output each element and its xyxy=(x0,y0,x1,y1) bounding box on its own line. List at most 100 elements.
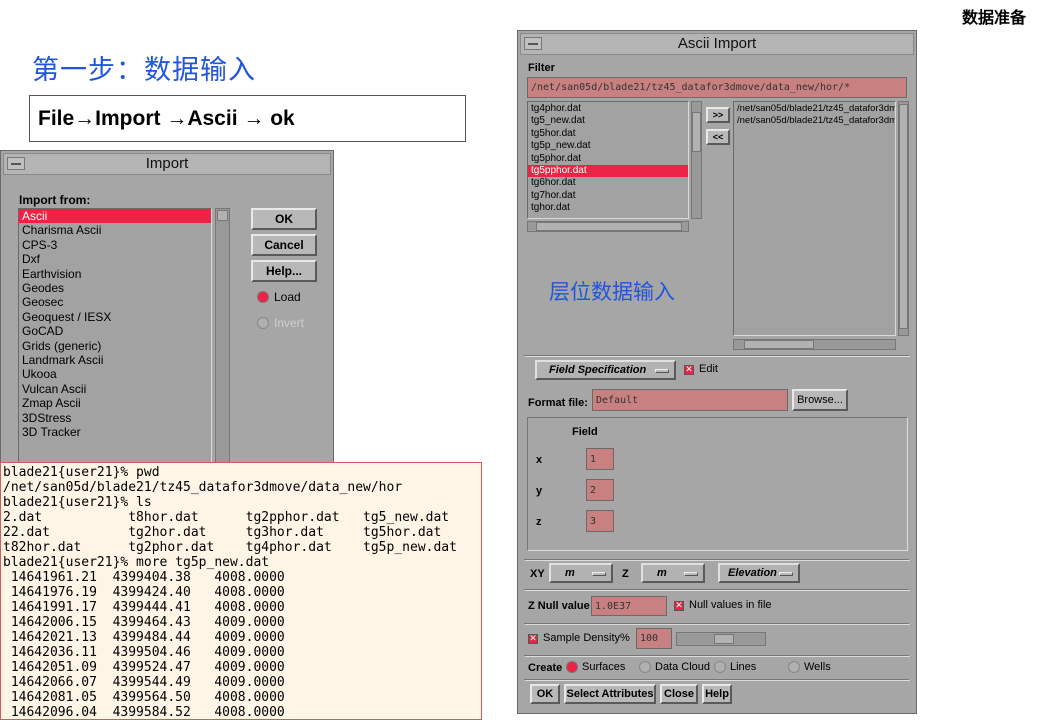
scrollbar-thumb[interactable] xyxy=(692,112,701,152)
field-specification-label: Field Specification xyxy=(549,364,647,376)
cancel-button[interactable]: Cancel xyxy=(251,234,317,256)
selected-file-item[interactable]: /net/san05d/blade21/tz45_datafor3dmove/d… xyxy=(734,115,895,127)
import-list-item[interactable]: CPS-3 xyxy=(19,238,211,252)
ascii-import-dialog: Ascii Import Filter /net/san05d/blade21/… xyxy=(517,30,917,714)
file-list[interactable]: tg4phor.dat tg5_new.dat tg5hor.dat tg5p_new… xyxy=(527,101,689,219)
close-button[interactable]: Close xyxy=(660,684,698,704)
ascii-title: Ascii Import xyxy=(677,35,757,52)
import-list-item[interactable]: Vulcan Ascii xyxy=(19,382,211,396)
import-list-item[interactable]: Grids (generic) xyxy=(19,339,211,353)
import-list-item[interactable]: Landmark Ascii xyxy=(19,353,211,367)
selected-list-vscroll[interactable] xyxy=(898,101,909,336)
file-list-item[interactable]: tg5pphor.dat xyxy=(528,165,688,178)
field-column-x-input[interactable]: 1 xyxy=(586,448,614,470)
ascii-titlebar[interactable]: Ascii Import xyxy=(520,33,914,55)
field-name-x: x xyxy=(536,454,543,466)
browse-button[interactable]: Browse... xyxy=(792,389,848,411)
import-list-item[interactable]: Geodes xyxy=(19,281,211,295)
create-label: Create xyxy=(528,662,563,674)
field-column-z-input[interactable]: 3 xyxy=(586,510,614,532)
file-list-item[interactable]: tg5_new.dat xyxy=(528,115,688,127)
file-list-vscroll[interactable] xyxy=(691,101,702,219)
field-name-y: y xyxy=(536,485,543,497)
selected-file-item[interactable]: /net/san05d/blade21/tz45_datafor3dmove/d… xyxy=(734,103,895,115)
file-list-item[interactable]: tg6hor.dat xyxy=(528,177,688,189)
select-attributes-button[interactable]: Select Attributes xyxy=(564,684,656,704)
file-list-hscroll[interactable] xyxy=(527,221,689,232)
sample-density-checkbox[interactable]: ✕ xyxy=(528,634,538,644)
z-unit-menu[interactable]: m xyxy=(641,563,705,583)
field-column-y-input[interactable]: 2 xyxy=(586,479,614,501)
path-instruction: File→Import →Ascii → ok xyxy=(29,95,466,142)
terminal-window[interactable]: blade21{user21}% pwd /net/san05d/blade21… xyxy=(0,462,482,720)
import-list-item[interactable]: GoCAD xyxy=(19,324,211,338)
slider-thumb[interactable] xyxy=(714,634,734,644)
load-label: Load xyxy=(274,290,301,304)
format-file-input[interactable]: Default xyxy=(592,389,788,411)
xy-unit-menu[interactable]: m xyxy=(549,563,613,583)
null-in-file-checkbox[interactable]: ✕ xyxy=(674,601,684,611)
invert-radio[interactable] xyxy=(257,317,269,329)
import-dialog: Import Import from: Ascii Charisma Ascii C… xyxy=(0,150,334,471)
z-label: Z xyxy=(622,568,629,580)
create-data-cloud-radio[interactable] xyxy=(639,661,651,673)
import-list-item[interactable]: Dxf xyxy=(19,252,211,266)
import-list-item[interactable]: Geoquest / IESX xyxy=(19,310,211,324)
import-list-item[interactable]: 3DStress xyxy=(19,411,211,425)
import-list-item[interactable]: Ukooa xyxy=(19,367,211,381)
edit-checkbox[interactable]: ✕ xyxy=(684,365,694,375)
create-lines-radio[interactable] xyxy=(714,661,726,673)
sample-density-slider[interactable] xyxy=(676,632,766,646)
option-menu-icon xyxy=(779,572,793,576)
sample-density-input[interactable]: 100 xyxy=(636,628,672,649)
terminal-output: blade21{user21}% pwd /net/san05d/blade21… xyxy=(3,465,457,720)
file-list-item[interactable]: tg5phor.dat xyxy=(528,153,688,165)
import-title: Import xyxy=(145,155,189,172)
scrollbar-thumb[interactable] xyxy=(536,222,682,231)
separator xyxy=(524,679,910,681)
z-null-input[interactable]: 1.0E37 xyxy=(591,596,667,616)
scrollbar-up-icon[interactable] xyxy=(217,210,228,221)
load-radio[interactable] xyxy=(257,291,269,303)
xy-unit-value: m xyxy=(565,567,575,579)
import-titlebar[interactable]: Import xyxy=(3,153,331,175)
format-file-label: Format file: xyxy=(528,397,588,409)
help-button[interactable]: Help xyxy=(702,684,732,704)
file-list-item[interactable]: tg5hor.dat xyxy=(528,128,688,140)
ok-button[interactable]: OK xyxy=(251,208,317,230)
scrollbar-thumb[interactable] xyxy=(744,340,814,349)
import-list-item[interactable]: Zmap Ascii xyxy=(19,396,211,410)
scrollbar-thumb[interactable] xyxy=(899,104,908,329)
filter-label: Filter xyxy=(528,62,555,74)
import-list-item[interactable]: Charisma Ascii xyxy=(19,223,211,237)
help-button[interactable]: Help... xyxy=(251,260,317,282)
file-list-item[interactable]: tg5p_new.dat xyxy=(528,140,688,152)
field-specification-menu[interactable]: Field Specification xyxy=(535,360,676,380)
remove-file-button[interactable]: << xyxy=(706,129,730,145)
add-file-button[interactable]: >> xyxy=(706,107,730,123)
ok-button[interactable]: OK xyxy=(530,684,560,704)
import-list-item[interactable]: Geosec xyxy=(19,295,211,309)
file-list-item[interactable]: tghor.dat xyxy=(528,202,688,214)
import-list[interactable]: Ascii Charisma Ascii CPS-3 Dxf Earthvision Ge… xyxy=(18,208,212,471)
separator xyxy=(524,623,910,625)
field-name-z: z xyxy=(536,516,542,528)
create-wells-radio[interactable] xyxy=(788,661,800,673)
file-list-item[interactable]: tg7hor.dat xyxy=(528,190,688,202)
edit-label: Edit xyxy=(699,363,718,375)
create-option-label: Data Cloud xyxy=(655,661,711,673)
invert-label: Invert xyxy=(274,316,305,330)
file-list-item[interactable]: tg4phor.dat xyxy=(528,103,688,115)
filter-input[interactable]: /net/san05d/blade21/tz45_datafor3dmove/d… xyxy=(527,77,907,98)
selected-file-list[interactable]: /net/san05d/blade21/tz45_datafor3dmove/d… xyxy=(733,101,896,336)
z-type-menu[interactable]: Elevation xyxy=(718,563,800,583)
selected-list-hscroll[interactable] xyxy=(733,339,896,350)
horizon-data-input-annotation: 层位数据输入 xyxy=(549,280,675,304)
import-list-item[interactable]: Ascii xyxy=(19,209,211,224)
separator xyxy=(524,655,910,657)
import-list-scrollbar[interactable] xyxy=(215,208,230,471)
null-in-file-label: Null values in file xyxy=(689,599,772,611)
import-list-item[interactable]: 3D Tracker xyxy=(19,425,211,439)
import-list-item[interactable]: Earthvision xyxy=(19,267,211,281)
create-surfaces-radio[interactable] xyxy=(566,661,578,673)
